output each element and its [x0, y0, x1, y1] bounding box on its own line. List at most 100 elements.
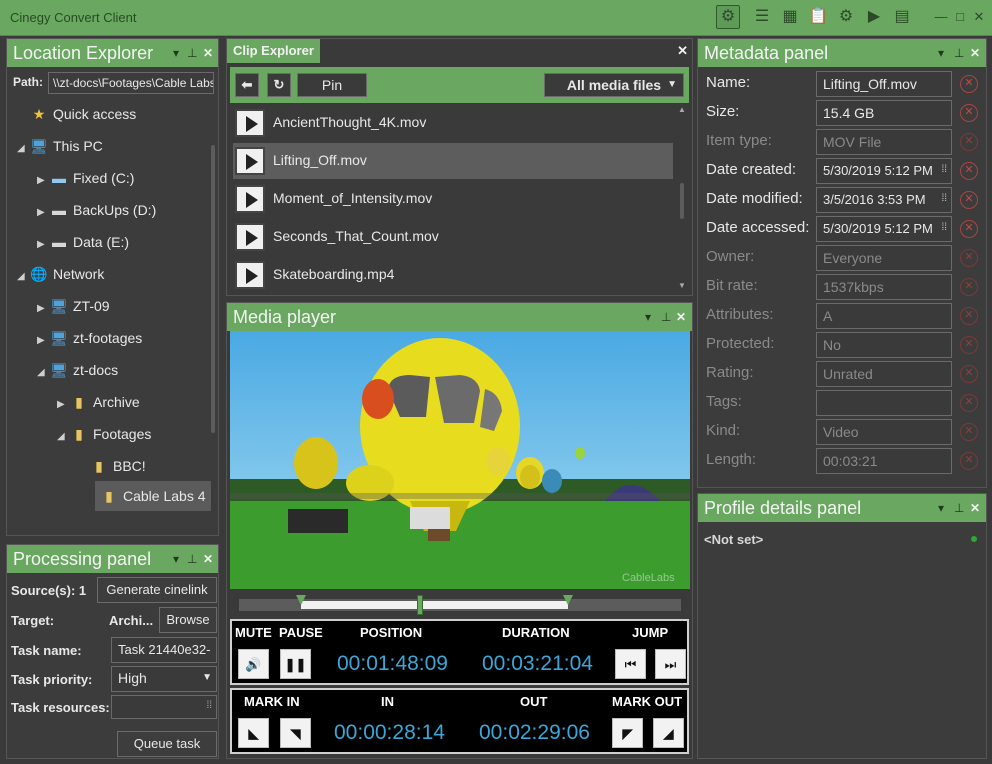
calendar-icon[interactable]: ⁞⁞	[941, 164, 947, 175]
expanded-icon[interactable]: ◢	[37, 358, 49, 388]
maximize-button[interactable]: □	[951, 8, 969, 26]
pause-button[interactable]: ❚❚	[280, 649, 311, 679]
date-modified-field[interactable]: 3/5/2016 3:53 PM ⁞⁞	[816, 187, 952, 213]
dropdown-icon[interactable]: ▾	[173, 43, 179, 63]
pin-icon[interactable]: ⊥	[954, 498, 964, 518]
timeline-track[interactable]	[239, 595, 681, 615]
mark-out-handle[interactable]	[563, 595, 574, 605]
minimize-button[interactable]: —	[932, 8, 950, 26]
close-icon[interactable]: ✕	[676, 307, 686, 327]
collapsed-icon[interactable]: ▶	[37, 198, 49, 228]
clip-row[interactable]: Moment_of_Intensity.mov	[233, 181, 673, 217]
cogs-icon[interactable]: ⚙	[836, 7, 856, 27]
date-accessed-field[interactable]: 5/30/2019 5:12 PM ⁞⁞	[816, 216, 952, 242]
calendar-icon[interactable]: ⁞⁞	[941, 222, 947, 233]
clip-row[interactable]: AncientThought_4K.mov	[233, 105, 673, 141]
go-to-in-button[interactable]: ◥	[280, 718, 311, 748]
pin-button[interactable]: Pin	[297, 73, 367, 97]
back-arrow-icon[interactable]: ⬅	[235, 73, 259, 97]
collapsed-icon[interactable]: ▶	[37, 230, 49, 260]
tree-item-zt-09[interactable]: ▶ 🖥 ZT-09	[37, 291, 110, 321]
tree-item-backups-d[interactable]: ▶ ▬ BackUps (D:)	[37, 195, 156, 225]
clip-row[interactable]: Lifting_Off.mov	[233, 143, 673, 179]
close-button[interactable]: ✕	[970, 8, 988, 26]
tree-item-bbc[interactable]: ▮ BBC!	[89, 451, 146, 481]
tree-item-archive[interactable]: ▶ ▮ Archive	[57, 387, 140, 417]
task-name-input[interactable]: Task 21440e32-	[111, 637, 217, 663]
gear-icon[interactable]: ⚙	[716, 5, 740, 29]
close-icon[interactable]: ✕	[203, 43, 213, 63]
close-icon[interactable]: ✕	[203, 549, 213, 569]
browse-button[interactable]: Browse	[159, 607, 217, 633]
go-to-out-button[interactable]: ◤	[612, 718, 643, 748]
scroll-up-icon[interactable]: ▲	[678, 105, 686, 114]
grid-icon[interactable]: ▦	[780, 7, 800, 27]
dropdown-icon[interactable]: ▾	[645, 307, 651, 327]
tree-item-data-e[interactable]: ▶ ▬ Data (E:)	[37, 227, 129, 257]
jump-forward-button[interactable]: ⏭	[655, 649, 686, 679]
clear-icon[interactable]: ✕	[960, 191, 978, 209]
pin-icon[interactable]: ⊥	[954, 43, 964, 63]
clear-icon[interactable]: ✕	[960, 220, 978, 238]
play-thumb-icon[interactable]	[235, 185, 265, 213]
collapsed-icon[interactable]: ▶	[37, 326, 49, 356]
play-thumb-icon[interactable]	[235, 147, 265, 175]
tree-item-zt-docs[interactable]: ◢ 🖥 zt-docs	[37, 355, 118, 385]
play-thumb-icon[interactable]	[235, 223, 265, 251]
mark-in-handle[interactable]	[295, 595, 306, 605]
pin-icon[interactable]: ⊥	[187, 43, 197, 63]
clip-explorer-tab[interactable]: Clip Explorer	[227, 39, 320, 63]
tree-item-footages[interactable]: ◢ ▮ Footages	[57, 419, 151, 449]
collapsed-icon[interactable]: ▶	[57, 390, 69, 420]
clear-icon[interactable]: ✕	[960, 104, 978, 122]
tree-item-zt-footages[interactable]: ▶ 🖥 zt-footages	[37, 323, 142, 353]
tree-item-this-pc[interactable]: ◢ 🖥 This PC	[17, 131, 103, 161]
close-icon[interactable]: ✕	[970, 43, 980, 63]
scroll-down-icon[interactable]: ▼	[678, 281, 686, 290]
video-frame[interactable]: CableLabs	[230, 331, 690, 589]
task-resources-input[interactable]: ⁞⁞	[111, 695, 217, 719]
queue-task-button[interactable]: Queue task	[117, 731, 217, 757]
clipboard-icon[interactable]: 📋	[808, 7, 828, 27]
expanded-icon[interactable]: ◢	[17, 262, 29, 292]
dropdown-icon[interactable]: ▾	[938, 498, 944, 518]
tree-item-quick-access[interactable]: ★ Quick access	[29, 99, 137, 129]
playhead[interactable]	[417, 595, 424, 615]
mark-out-button[interactable]: ◢	[653, 718, 684, 748]
date-created-field[interactable]: 5/30/2019 5:12 PM ⁞⁞	[816, 158, 952, 184]
collapsed-icon[interactable]: ▶	[37, 294, 49, 324]
generate-cinelink-button[interactable]: Generate cinelink	[97, 577, 217, 603]
clear-icon[interactable]: ✕	[960, 75, 978, 93]
report-icon[interactable]: ▤	[892, 7, 912, 27]
clip-scrollbar[interactable]	[680, 183, 684, 219]
expanded-icon[interactable]: ◢	[17, 134, 29, 164]
refresh-icon[interactable]: ↻	[267, 73, 291, 97]
play-thumb-icon[interactable]	[235, 109, 265, 137]
calendar-icon[interactable]: ⁞⁞	[941, 193, 947, 204]
close-icon[interactable]: ✕	[970, 498, 980, 518]
close-icon[interactable]: ✕	[677, 43, 688, 59]
play-icon[interactable]: ▶	[864, 7, 884, 27]
collapsed-icon[interactable]: ▶	[37, 166, 49, 196]
pin-icon[interactable]: ⊥	[661, 307, 671, 327]
media-filter-select[interactable]: All media files ▼	[544, 73, 684, 97]
clip-row[interactable]: Skateboarding.mp4	[233, 257, 673, 293]
tree-item-fixed-c[interactable]: ▶ ▬ Fixed (C:)	[37, 163, 134, 193]
clip-row[interactable]: Seconds_That_Count.mov	[233, 219, 673, 255]
mute-button[interactable]: 🔊	[238, 649, 269, 679]
dropdown-icon[interactable]: ▾	[938, 43, 944, 63]
jump-back-button[interactable]: ⏮	[615, 649, 646, 679]
size-field[interactable]: 15.4 GB	[816, 100, 952, 126]
tree-scrollbar[interactable]	[211, 145, 215, 433]
tree-item-cable-labs-4[interactable]: ▮ Cable Labs 4	[95, 481, 211, 511]
expanded-icon[interactable]: ◢	[57, 422, 69, 452]
play-thumb-icon[interactable]	[235, 261, 265, 289]
clear-icon[interactable]: ✕	[960, 162, 978, 180]
path-input[interactable]: \\zt-docs\Footages\Cable Labs 4	[48, 72, 214, 94]
name-field[interactable]: Lifting_Off.mov	[816, 71, 952, 97]
picker-icon[interactable]: ⁞⁞	[206, 700, 212, 711]
tree-item-network[interactable]: ◢ 🌐 Network	[17, 259, 104, 289]
task-priority-select[interactable]: High ▼	[111, 666, 217, 692]
mark-in-button[interactable]: ◣	[238, 718, 269, 748]
dropdown-icon[interactable]: ▾	[173, 549, 179, 569]
